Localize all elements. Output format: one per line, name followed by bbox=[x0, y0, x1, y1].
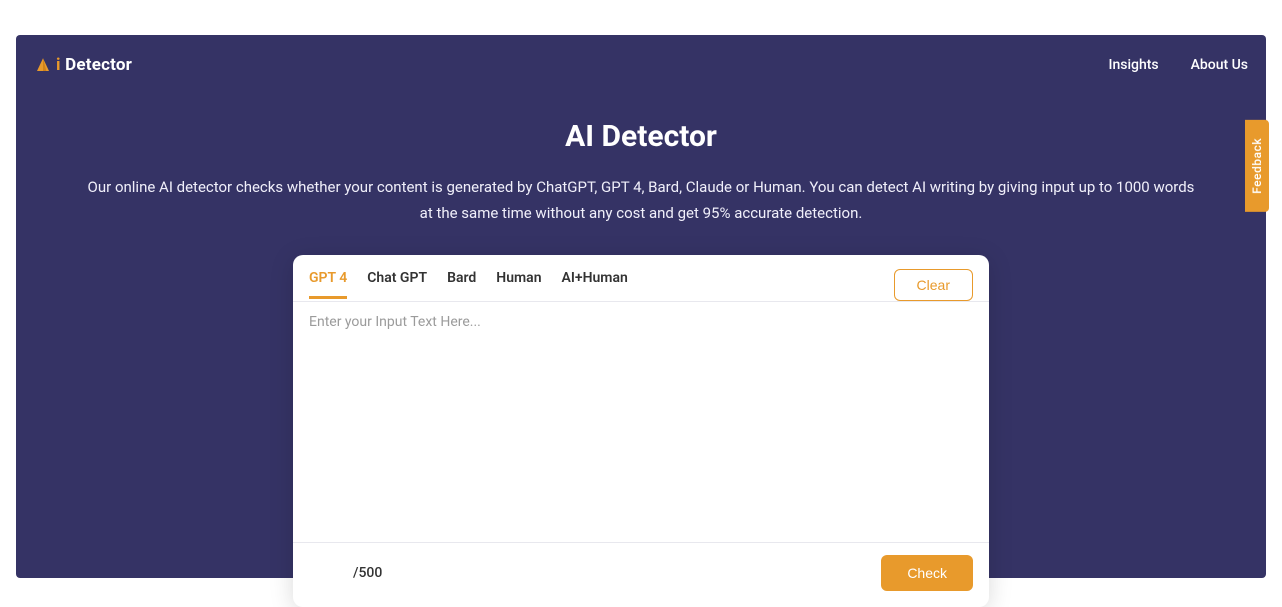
card-top-bar: GPT 4 Chat GPT Bard Human AI+Human Clear bbox=[293, 255, 989, 301]
page-subtitle: Our online AI detector checks whether yo… bbox=[86, 174, 1196, 227]
tab-bard[interactable]: Bard bbox=[447, 270, 476, 299]
page-title: AI Detector bbox=[76, 119, 1206, 154]
detector-card: GPT 4 Chat GPT Bard Human AI+Human Clear… bbox=[293, 255, 989, 607]
textarea-wrap bbox=[293, 302, 989, 542]
hero-section: AI Detector Our online AI detector check… bbox=[16, 83, 1266, 255]
tab-gpt4[interactable]: GPT 4 bbox=[309, 270, 347, 299]
tab-chatgpt[interactable]: Chat GPT bbox=[367, 270, 427, 299]
logo-text: i Detector bbox=[56, 55, 132, 75]
check-button[interactable]: Check bbox=[881, 555, 973, 591]
input-textarea[interactable] bbox=[309, 314, 973, 530]
card-bottom-bar: /500 Check bbox=[293, 543, 989, 607]
model-tabs: GPT 4 Chat GPT Bard Human AI+Human bbox=[309, 270, 628, 299]
tab-ai-human[interactable]: AI+Human bbox=[562, 270, 628, 299]
tab-human[interactable]: Human bbox=[496, 270, 541, 299]
logo-icon bbox=[34, 56, 52, 74]
feedback-tab[interactable]: Feedback bbox=[1245, 120, 1269, 212]
logo[interactable]: i Detector bbox=[34, 55, 132, 75]
word-counter: /500 bbox=[353, 565, 382, 581]
nav-about-us[interactable]: About Us bbox=[1191, 57, 1248, 73]
header: i Detector Insights About Us bbox=[16, 35, 1266, 83]
nav-insights[interactable]: Insights bbox=[1108, 57, 1158, 73]
clear-button[interactable]: Clear bbox=[894, 269, 973, 301]
top-nav: Insights About Us bbox=[1108, 57, 1248, 73]
main-panel: i Detector Insights About Us AI Detector… bbox=[16, 35, 1266, 578]
